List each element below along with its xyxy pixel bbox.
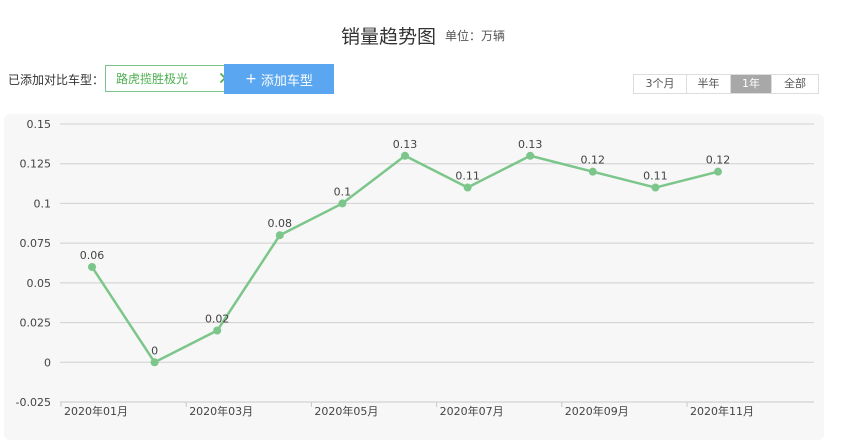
y-tick-label: 0.075 [20, 237, 52, 250]
data-point [401, 151, 409, 160]
data-label: 0.06 [80, 249, 105, 262]
data-point [714, 167, 722, 176]
compare-model-tag[interactable]: 路虎揽胜极光 [105, 65, 241, 92]
plus-icon: + [245, 71, 257, 87]
data-point [88, 262, 96, 271]
data-label: 0.02 [205, 313, 230, 326]
tab-1-year[interactable]: 1年 [731, 75, 772, 93]
data-label: 0.13 [518, 138, 543, 151]
tab-half-year[interactable]: 半年 [687, 75, 731, 93]
y-tick-label: 0.15 [27, 118, 52, 131]
time-range-tabs: 3个月 半年 1年 全部 [633, 74, 819, 94]
data-point [150, 358, 159, 367]
page-title: 销量趋势图 [340, 26, 436, 48]
data-point [588, 167, 597, 176]
compare-model-name: 路虎揽胜极光 [116, 72, 189, 86]
add-model-button[interactable]: + 添加车型 [224, 64, 334, 94]
data-point [526, 151, 535, 160]
data-label: 0.12 [581, 154, 606, 167]
x-tick-label: 2020年11月 [690, 404, 754, 418]
x-tick-label: 2020年05月 [314, 404, 378, 418]
data-label: 0.1 [334, 185, 352, 198]
data-point [213, 326, 222, 335]
data-label: 0.08 [268, 217, 293, 230]
tab-3-months[interactable]: 3个月 [634, 75, 687, 93]
data-label: 0.11 [643, 170, 668, 183]
y-tick-label: 0.1 [34, 197, 52, 210]
chart-title-area: 销量趋势图 单位：万辆 [0, 22, 846, 49]
unit-label: 单位：万辆 [445, 29, 506, 43]
chart-panel: 0.15 0.125 0.1 0.075 0.05 0.025 0 -0.025 2020年01… [4, 114, 824, 440]
x-tick-label: 2020年09月 [565, 404, 629, 418]
data-point [275, 231, 284, 240]
data-label: 0.11 [455, 170, 480, 183]
compare-label: 已添加对比车型： [8, 73, 105, 87]
y-tick-label: 0 [44, 356, 51, 369]
data-label: 0.13 [393, 138, 418, 151]
data-label: 0.12 [706, 154, 731, 167]
series-line [90, 154, 719, 364]
tab-all[interactable]: 全部 [772, 75, 818, 93]
x-tick-label: 2020年07月 [440, 404, 504, 418]
y-tick-label: -0.025 [16, 396, 51, 409]
x-tick-label: 2020年01月 [64, 404, 128, 418]
data-label: 0 [151, 344, 158, 357]
data-point [463, 183, 472, 192]
data-point [651, 183, 660, 192]
add-model-label: 添加车型 [260, 73, 313, 89]
y-tick-label: 0.05 [27, 277, 52, 290]
x-tick-label: 2020年03月 [189, 404, 253, 418]
sales-trend-chart: 0.15 0.125 0.1 0.075 0.05 0.025 0 -0.025 2020年01… [16, 118, 814, 418]
data-point [338, 199, 347, 208]
y-tick-label: 0.025 [20, 317, 52, 330]
y-tick-label: 0.125 [20, 158, 52, 171]
